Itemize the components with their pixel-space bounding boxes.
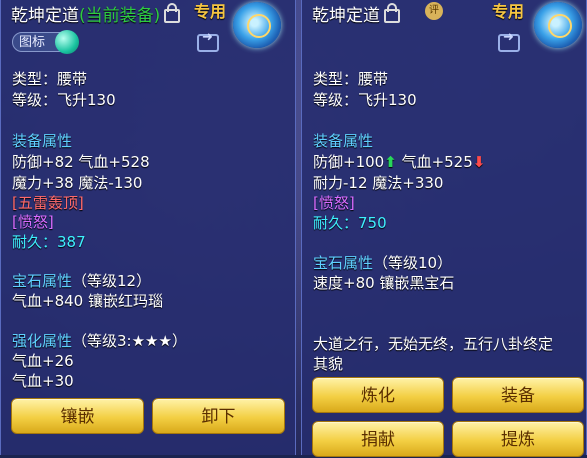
refine-button[interactable]: 炼化 (312, 377, 444, 413)
gem-line: 速度+80 镶嵌黑宝石 (313, 274, 455, 292)
rating-icon: 评 (425, 2, 443, 20)
gem-section: 宝石属性（等级12） (12, 270, 151, 291)
enhance-level: （等级3:★★★） (72, 332, 187, 350)
compare-equipment-panel: 乾坤定道 评 专用 类型：腰带 等级：飞升130 装备属性 防御+100⬆ 气血… (301, 0, 587, 457)
gem-level: （等级10） (373, 254, 453, 272)
gem-line: 气血+840 镶嵌红玛瑙 (12, 292, 163, 310)
item-emblem-icon (233, 2, 281, 48)
enhance-line: 气血+26 (12, 352, 74, 370)
item-name: 乾坤定道 (312, 6, 380, 26)
item-type: 类型：腰带 (12, 70, 88, 88)
attr-header: 装备属性 (313, 132, 374, 150)
gem-header: 宝石属性 (313, 254, 374, 272)
unequip-button[interactable]: 卸下 (152, 398, 285, 434)
enhance-header: 强化属性 (12, 332, 73, 350)
item-title: 乾坤定道 (312, 1, 400, 26)
attr-line: 耐力-12 魔法+330 (313, 174, 444, 192)
inlay-button[interactable]: 镶嵌 (11, 398, 144, 434)
attr-line: 防御+100⬆ 气血+525⬇ (313, 151, 485, 172)
lock-icon[interactable] (384, 3, 400, 23)
durability: 耐久：387 (12, 231, 86, 252)
defense-value: 防御+100 (313, 153, 385, 171)
arrow-up-icon: ⬆ (384, 153, 397, 171)
exclusive-label: 专用 (492, 2, 525, 21)
exclusive-label: 专用 (194, 2, 227, 21)
special-effect: [愤怒] (313, 194, 355, 212)
durability-value: 750 (358, 214, 387, 232)
durability-label: 耐久： (12, 233, 58, 251)
gem-header: 宝石属性 (12, 272, 73, 290)
equip-button[interactable]: 装备 (452, 377, 584, 413)
share-icon[interactable] (498, 30, 520, 52)
attr-line: 防御+82 气血+528 (12, 153, 150, 171)
attr-line: 魔力+38 魔法-130 (12, 174, 143, 192)
attr-header: 装备属性 (12, 132, 73, 150)
special-skill: [五雷轰顶] (12, 194, 84, 212)
durability-label: 耐久： (313, 214, 359, 232)
arrow-down-icon: ⬇ (472, 153, 486, 171)
item-emblem-icon (534, 2, 582, 48)
description-line: 其貌 (313, 355, 344, 373)
extract-button[interactable]: 提炼 (452, 421, 584, 457)
current-equipped-label: (当前装备) (79, 6, 161, 26)
donate-button[interactable]: 捐献 (312, 421, 444, 457)
toggle-orb-icon (55, 30, 79, 54)
share-icon[interactable] (197, 30, 219, 52)
icon-toggle-button[interactable]: 图标 (12, 30, 79, 54)
item-title: 乾坤定道(当前装备) (11, 1, 181, 26)
item-type: 类型：腰带 (313, 70, 389, 88)
durability: 耐久：750 (313, 212, 387, 233)
hp-value: 气血+525 (401, 153, 473, 171)
gem-level: （等级12） (72, 272, 152, 290)
enhance-line: 气血+30 (12, 372, 74, 390)
description-line: 大道之行，无始无终，五行八卦终定 (313, 335, 554, 353)
enhance-section: 强化属性（等级3:★★★） (12, 330, 187, 351)
item-name: 乾坤定道 (11, 6, 79, 26)
lock-icon[interactable] (164, 3, 181, 23)
item-level: 等级：飞升130 (12, 91, 116, 109)
durability-value: 387 (57, 233, 86, 251)
current-equipment-panel: 乾坤定道(当前装备) 专用 图标 类型：腰带 等级：飞升130 装备属性 防御+… (0, 0, 296, 455)
icon-toggle-label: 图标 (19, 35, 46, 50)
special-effect: [愤怒] (12, 213, 54, 231)
gem-section: 宝石属性（等级10） (313, 252, 452, 273)
item-level: 等级：飞升130 (313, 91, 417, 109)
